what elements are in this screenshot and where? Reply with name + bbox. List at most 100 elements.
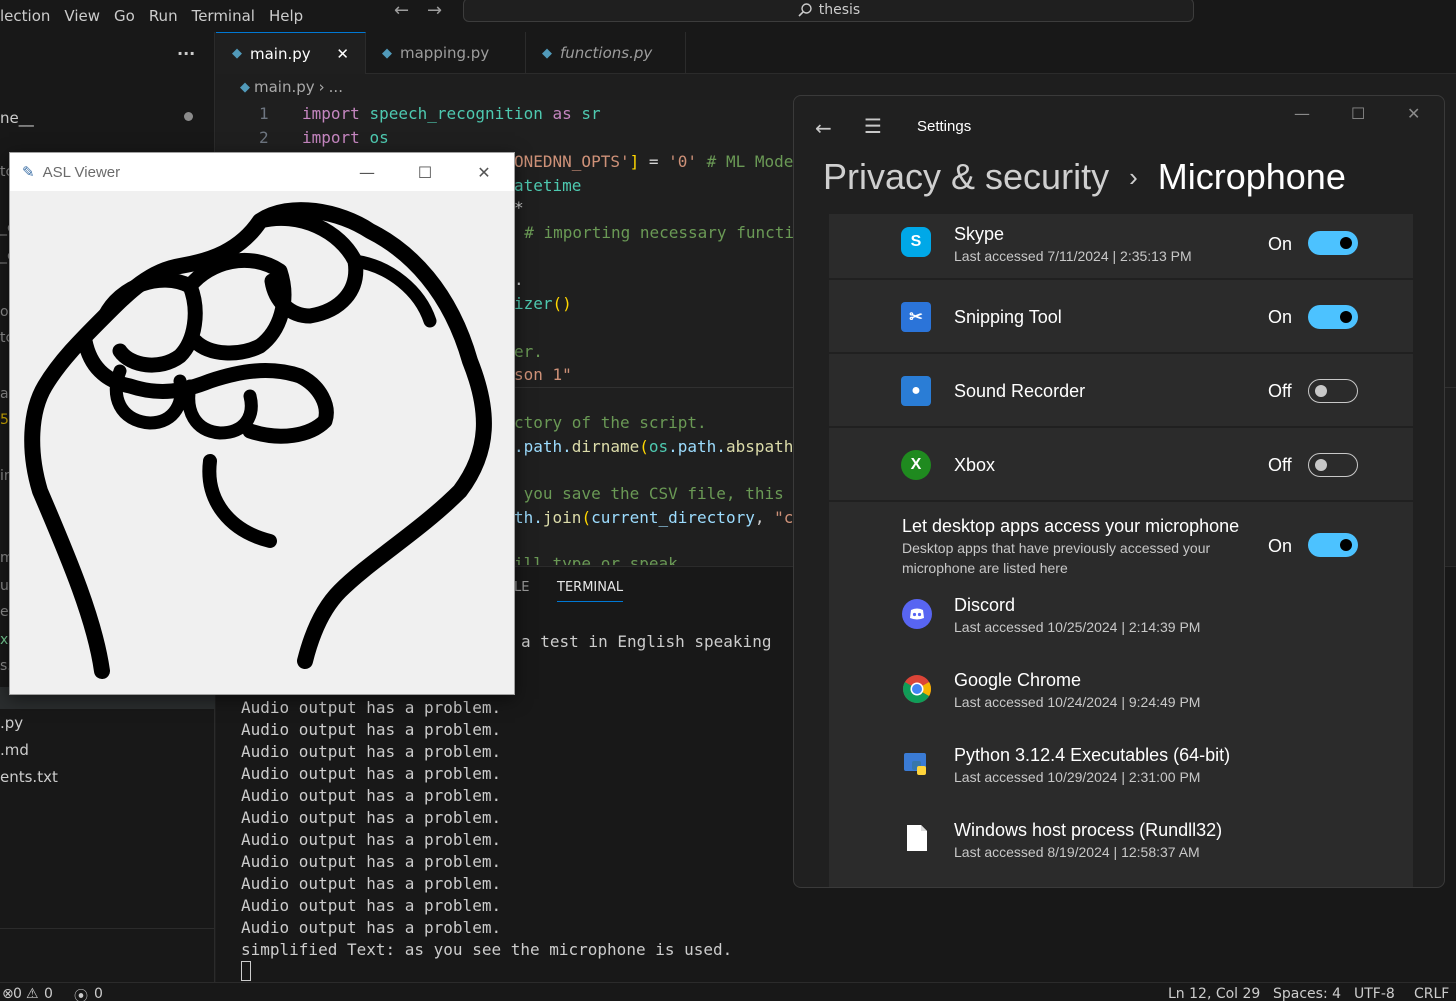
- file-icon: [906, 824, 928, 852]
- code-line: # importing necessary functi: [505, 223, 794, 242]
- code-token: izer: [514, 294, 553, 313]
- settings-titlebar[interactable]: ← ☰ Settings — ☐ ✕: [794, 96, 1444, 156]
- snipping-tool-mic-toggle[interactable]: [1308, 305, 1358, 329]
- editor-tabs: ◆ main.py ✕ ◆ mapping.py ◆ functions.py: [216, 32, 1456, 74]
- terminal-line: Audio output has a problem.: [241, 808, 502, 827]
- code-token: .path.: [514, 437, 572, 456]
- breadcrumb-symbol[interactable]: ...: [329, 78, 343, 96]
- code-token: "c: [774, 508, 794, 527]
- terminal-cursor[interactable]: [241, 961, 251, 981]
- indentation[interactable]: Spaces: 4: [1273, 986, 1341, 1001]
- maximize-button[interactable]: ☐: [396, 153, 454, 191]
- warning-icon[interactable]: ⚠: [26, 986, 39, 1001]
- code-line: ill type or speak: [514, 554, 678, 565]
- minimize-button[interactable]: —: [1294, 104, 1310, 123]
- desktop-apps-mic-toggle[interactable]: [1308, 533, 1358, 557]
- terminal-line: Audio output has a problem.: [241, 830, 502, 849]
- code-token: os: [648, 437, 669, 456]
- app-name: Python 3.12.4 Executables (64-bit): [954, 745, 1231, 765]
- menu-view[interactable]: View: [57, 5, 107, 27]
- errors-icon[interactable]: ⊗: [2, 986, 14, 1001]
- app-last-accessed: Last accessed 10/25/2024 | 2:14:39 PM: [954, 619, 1201, 635]
- code-line: er.: [514, 342, 543, 361]
- search-text: thesis: [818, 2, 861, 18]
- code-token: ,: [754, 508, 775, 527]
- close-button[interactable]: ✕: [1407, 104, 1420, 123]
- menu-help[interactable]: Help: [262, 5, 310, 27]
- error-count[interactable]: 0: [13, 986, 22, 1001]
- tab-main-py[interactable]: ◆ main.py ✕: [216, 32, 366, 74]
- maximize-button[interactable]: ☐: [1351, 104, 1365, 123]
- python-file-icon: ◆: [232, 46, 242, 61]
- explorer-folder-item[interactable]: ne__: [0, 109, 34, 127]
- code-token: dirname: [571, 437, 640, 456]
- back-arrow-icon[interactable]: ←: [815, 116, 832, 140]
- code-line: import speech_recognition as sr: [302, 102, 601, 126]
- desktop-apps-title: Let desktop apps access your microphone: [902, 516, 1240, 536]
- xbox-mic-toggle[interactable]: [1308, 453, 1358, 477]
- app-name: Skype: [954, 224, 1005, 244]
- back-arrow-icon[interactable]: ←: [394, 0, 409, 22]
- asl-viewer-window: ✎ ASL Viewer — ☐ ✕: [9, 152, 515, 695]
- code-line: .: [514, 270, 524, 289]
- code-token: as: [552, 104, 572, 123]
- panel-tab-console[interactable]: LE: [514, 580, 529, 595]
- breadcrumb-file[interactable]: main.py: [254, 78, 315, 96]
- line-endings[interactable]: CRLF: [1414, 986, 1449, 1001]
- toggle-state-label: On: [1268, 307, 1293, 327]
- app-last-accessed: Last accessed 10/29/2024 | 2:31:00 PM: [954, 769, 1201, 785]
- toggle-state-label: On: [1268, 536, 1293, 556]
- breadcrumb-privacy-security[interactable]: Privacy & security: [823, 156, 1109, 198]
- settings-breadcrumb: Privacy & security › Microphone: [823, 156, 1346, 198]
- more-actions-icon[interactable]: ···: [177, 44, 195, 63]
- code-token: abspath: [725, 437, 794, 456]
- terminal-line: Audio output has a problem.: [241, 764, 502, 783]
- page-title: Microphone: [1157, 156, 1346, 197]
- close-button[interactable]: ✕: [455, 153, 513, 191]
- terminal-line: Audio output has a problem.: [241, 918, 502, 937]
- code-token: sr: [581, 104, 601, 123]
- minimize-button[interactable]: —: [338, 153, 396, 191]
- terminal-line: Audio output has a problem.: [241, 874, 502, 893]
- terminal-line: Audio output has a problem.: [241, 852, 502, 871]
- tab-label: main.py: [250, 44, 311, 63]
- explorer-file-item[interactable]: .md: [0, 741, 29, 759]
- ports-icon[interactable]: ⦿: [74, 986, 88, 1001]
- feather-icon: ✎: [22, 163, 35, 181]
- panel-tab-terminal[interactable]: TERMINAL: [557, 580, 624, 602]
- command-center-search[interactable]: thesis: [463, 0, 1194, 22]
- code-token: (: [581, 508, 592, 527]
- code-line: .path.dirname(os.path.abspath: [514, 435, 793, 459]
- sound-recorder-mic-toggle[interactable]: [1308, 379, 1358, 403]
- menu-run[interactable]: Run: [142, 5, 185, 27]
- explorer-file-item[interactable]: ents.txt: [0, 768, 58, 786]
- terminal-line: Audio output has a problem.: [241, 698, 502, 717]
- warning-count[interactable]: 0: [44, 986, 53, 1001]
- python-file-icon: ◆: [382, 45, 392, 61]
- menu-selection[interactable]: lection: [0, 5, 57, 27]
- skype-mic-toggle[interactable]: [1308, 231, 1358, 255]
- explorer-file-item[interactable]: .py: [0, 714, 23, 732]
- sidebar-divider: [0, 928, 215, 929]
- asl-titlebar[interactable]: ✎ ASL Viewer — ☐ ✕: [10, 153, 514, 191]
- menu-go[interactable]: Go: [107, 5, 142, 27]
- forward-arrow-icon[interactable]: →: [427, 0, 442, 22]
- app-name: Sound Recorder: [954, 381, 1086, 401]
- close-tab-icon[interactable]: ✕: [336, 45, 349, 63]
- app-row-xbox: X Xbox Off: [829, 428, 1413, 502]
- menu-terminal[interactable]: Terminal: [185, 5, 262, 27]
- tab-functions-py[interactable]: ◆ functions.py: [526, 32, 686, 74]
- tab-mapping-py[interactable]: ◆ mapping.py: [366, 32, 526, 74]
- code-token: '0': [668, 152, 698, 171]
- snipping-tool-icon: ✂: [901, 302, 931, 332]
- code-token: # ML Mode: [697, 152, 794, 171]
- python-icon: [902, 749, 932, 779]
- cursor-position[interactable]: Ln 12, Col 29: [1168, 986, 1260, 1001]
- hamburger-menu-icon[interactable]: ☰: [864, 114, 882, 138]
- encoding[interactable]: UTF-8: [1354, 986, 1395, 1001]
- breadcrumb-chevron-icon: ›: [1129, 161, 1138, 192]
- status-bar: ⊗ 0 ⚠ 0 ⦿ 0 Ln 12, Col 29 Spaces: 4 UTF-…: [0, 982, 1456, 1001]
- ports-count[interactable]: 0: [94, 986, 103, 1001]
- code-token: th.: [514, 508, 543, 527]
- settings-app-title: Settings: [917, 118, 972, 135]
